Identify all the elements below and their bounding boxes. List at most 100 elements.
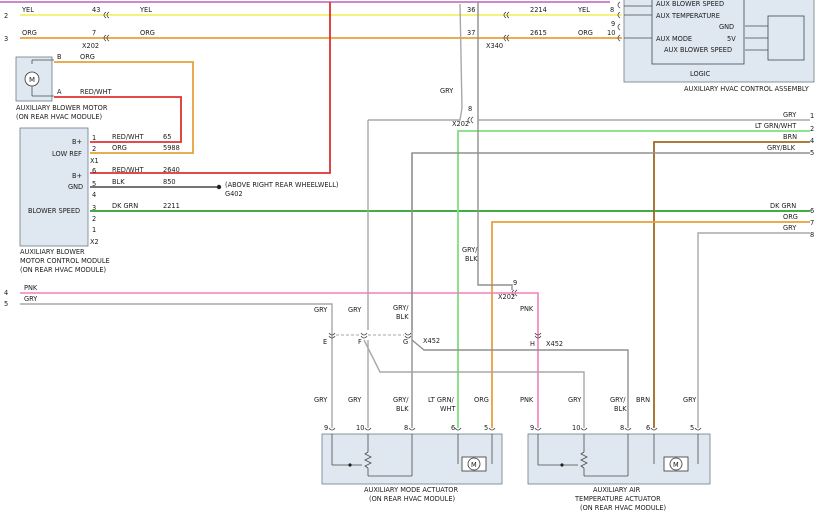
- ta-pin-10: 10: [572, 424, 580, 432]
- left-num-2: 2: [4, 12, 8, 20]
- cm-circuit-850: 850: [163, 178, 176, 186]
- cm-x1: X1: [90, 157, 99, 165]
- ma-wire-ltgrn2: WHT: [440, 405, 456, 413]
- ma-pin-6: 6: [451, 424, 455, 432]
- right-num-4: 4: [810, 137, 814, 145]
- rw-label-org: ORG: [783, 213, 798, 221]
- cm-label-blower-speed: BLOWER SPEED: [28, 207, 80, 215]
- ta-wire-pnk: PNK: [520, 396, 534, 404]
- ma-pin-9: 9: [324, 424, 328, 432]
- wire-pnk: [20, 292, 539, 428]
- lw-label-pnk: PNK: [24, 284, 38, 292]
- cm-pin-4: 4: [92, 191, 96, 199]
- ta-connector: [534, 427, 702, 431]
- ma-wire-org: ORG: [474, 396, 489, 404]
- ta-title-2: TEMPERATURE ACTUATOR: [574, 495, 661, 503]
- left-num-5: 5: [4, 300, 8, 308]
- ma-pin-5: 5: [484, 424, 488, 432]
- ta-pin-9: 9: [530, 424, 534, 432]
- pin-9-top: 9: [611, 20, 615, 28]
- right-num-6: 6: [810, 207, 814, 215]
- wire-label-yel-3: YEL: [577, 6, 590, 14]
- cm-wire-org: ORG: [112, 144, 127, 152]
- wire-gryblk-g-temp: [411, 339, 629, 428]
- cm-label-gnd: GND: [68, 183, 83, 191]
- mid-label-pnk: PNK: [520, 305, 534, 313]
- mid-gry-f: GRY: [348, 306, 362, 314]
- circuit-2615: 2615: [530, 29, 547, 37]
- right-num-2: 2: [810, 125, 814, 133]
- cm-wire-blk: BLK: [112, 178, 125, 186]
- pin-7: 7: [92, 29, 96, 37]
- wire-label-org-3: ORG: [578, 29, 593, 37]
- rw-label-dkgrn: DK GRN: [770, 202, 796, 210]
- hvac-assembly-title: AUXILIARY HVAC CONTROL ASSEMBLY: [684, 85, 810, 93]
- connector-x202-label: X202: [82, 42, 99, 50]
- wire-gry-f-temp: [363, 339, 585, 428]
- ma-pin-10: 10: [356, 424, 364, 432]
- blower-wire-redwht: RED/WHT: [80, 88, 113, 96]
- mid-gryblk-g2: BLK: [396, 313, 409, 321]
- wire-label-org-2: ORG: [140, 29, 155, 37]
- blower-motor-m: M: [29, 76, 35, 84]
- pin-43: 43: [92, 6, 100, 14]
- cm-x2: X2: [90, 238, 99, 246]
- mid-gryblk-2: BLK: [465, 255, 478, 263]
- mid-label-gry: GRY: [440, 87, 454, 95]
- cm-pin-1b: 1: [92, 226, 96, 234]
- pin-g: G: [403, 338, 408, 346]
- rw-label-ltgrnwht: LT GRN/WHT: [755, 122, 797, 130]
- hvac-logic-box: [651, 0, 745, 65]
- rw-label-gry: GRY: [783, 111, 797, 119]
- pin-f: F: [358, 338, 362, 346]
- ta-pin-8: 8: [620, 424, 624, 432]
- left-num-3: 3: [4, 35, 8, 43]
- cm-pin-6: 6: [92, 167, 96, 175]
- hvac-aux-temperature: AUX TEMPERATURE: [656, 12, 720, 20]
- blower-pin-b: B: [57, 53, 62, 61]
- wire-label-org: ORG: [22, 29, 37, 37]
- right-num-7: 7: [810, 219, 814, 227]
- ta-wire-gry2: GRY: [683, 396, 697, 404]
- lw-label-gry: GRY: [24, 295, 38, 303]
- ma-connector: [328, 427, 496, 431]
- hvac-aux-blower-speed: AUX BLOWER SPEED: [656, 0, 724, 8]
- blower-wire-org: ORG: [80, 53, 95, 61]
- wire-label-yel-2: YEL: [139, 6, 152, 14]
- hvac-logic-label: LOGIC: [690, 70, 711, 78]
- ma-wire-gry: GRY: [314, 396, 328, 404]
- cm-title-1: AUXILIARY BLOWER: [20, 248, 85, 256]
- ta-title-1: AUXILIARY AIR: [593, 486, 641, 494]
- hvac-gnd: GND: [719, 23, 734, 31]
- blower-motor-subtitle: (ON REAR HVAC MODULE): [16, 113, 102, 121]
- mid-x202: X202: [452, 120, 469, 128]
- blower-motor-title: AUXILIARY BLOWER MOTOR: [16, 104, 108, 112]
- cm-circuit-65: 65: [163, 133, 171, 141]
- right-num-5: 5: [810, 149, 814, 157]
- cm-wire-redwht: RED/WHT: [112, 133, 145, 141]
- cm-label-bplus-2: B+: [72, 172, 82, 180]
- ta-wire-gry: GRY: [568, 396, 582, 404]
- mid-gry-e: GRY: [314, 306, 328, 314]
- cm-label-lowref: LOW REF: [52, 150, 82, 158]
- pin-8-top: 8: [610, 6, 614, 14]
- pin-h: H: [530, 340, 535, 348]
- x452-label: X452: [423, 337, 440, 345]
- ground-dot: [216, 184, 222, 190]
- hvac-subbox: [767, 15, 805, 61]
- ta-title-3: (ON REAR HVAC MODULE): [580, 504, 666, 512]
- cm-title-2: MOTOR CONTROL MODULE: [20, 257, 110, 265]
- rw-label-gry2: GRY: [783, 224, 797, 232]
- ma-wire-gryblk2: BLK: [396, 405, 409, 413]
- ground-note: (ABOVE RIGHT REAR WHEELWELL): [225, 181, 338, 189]
- ma-pin-8: 8: [404, 424, 408, 432]
- left-num-4: 4: [4, 289, 8, 297]
- ta-pin-5: 5: [690, 424, 694, 432]
- cm-wire-redwht-2: RED/WHT: [112, 166, 145, 174]
- hvac-aux-mode: AUX MODE: [656, 35, 692, 43]
- pin-10-top: 10: [607, 29, 615, 37]
- wiring-diagram: 2 3 YEL 43 YEL 36 2214 YEL 8 ORG 7 ORG 3…: [0, 0, 815, 512]
- ma-wire-gry2: GRY: [348, 396, 362, 404]
- x452-label-2: X452: [546, 340, 563, 348]
- wire-gry-left: [20, 303, 333, 428]
